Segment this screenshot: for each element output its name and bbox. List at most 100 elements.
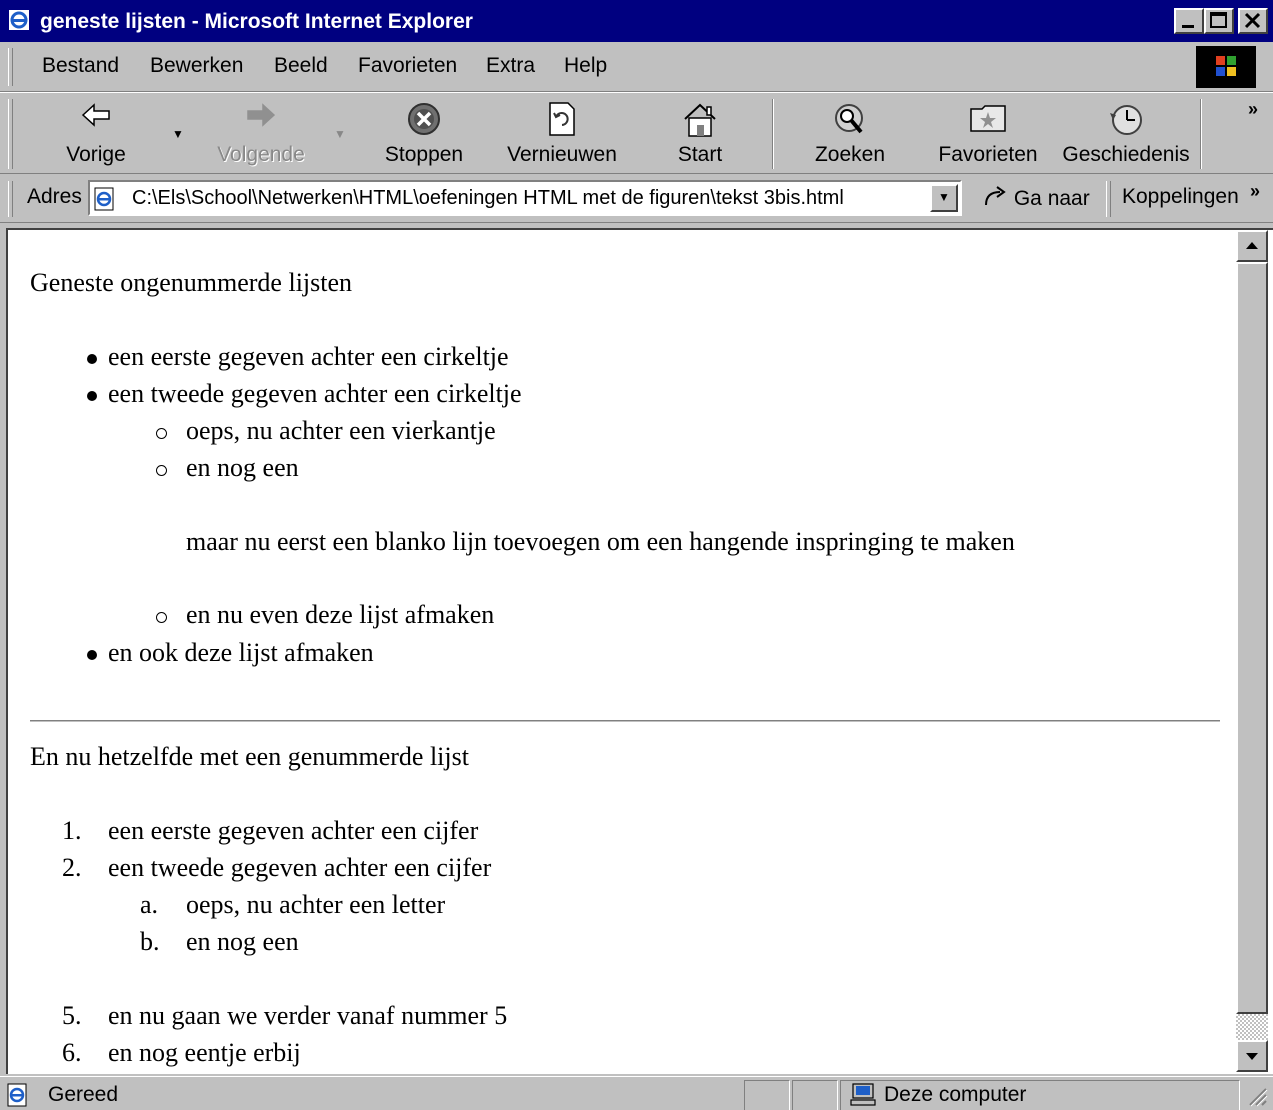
vertical-scrollbar[interactable] bbox=[1236, 228, 1268, 1074]
list-letter: a. bbox=[140, 890, 159, 919]
address-dropdown-button[interactable]: ▼ bbox=[930, 184, 958, 212]
maximize-icon bbox=[1210, 12, 1227, 28]
back-arrow-icon bbox=[81, 103, 110, 127]
history-button[interactable]: Geschiedenis bbox=[1060, 93, 1192, 173]
menu-bestand[interactable]: Bestand bbox=[42, 54, 119, 78]
status-pane bbox=[744, 1080, 790, 1110]
chevron-down-icon: ▼ bbox=[938, 190, 950, 204]
resize-grip-icon[interactable] bbox=[1244, 1083, 1268, 1107]
computer-icon bbox=[850, 1083, 876, 1106]
refresh-label: Vernieuwen bbox=[507, 143, 617, 166]
window-title: geneste lijsten - Microsoft Internet Exp… bbox=[40, 10, 473, 33]
address-bar: Adres C:\Els\School\Netwerken\HTML\oefen… bbox=[0, 175, 1273, 223]
horizontal-rule bbox=[30, 720, 1220, 723]
go-button[interactable]: Ga naar bbox=[982, 185, 1090, 211]
scroll-track[interactable] bbox=[1236, 1014, 1268, 1040]
bullet-circle bbox=[156, 612, 167, 623]
close-button[interactable] bbox=[1238, 8, 1268, 34]
toolbar-more-chevron-icon[interactable]: » bbox=[1248, 99, 1258, 120]
list-item: en nog een bbox=[186, 927, 299, 956]
toolbar-grip[interactable] bbox=[8, 99, 13, 169]
status-pane bbox=[792, 1080, 838, 1110]
search-icon bbox=[835, 104, 863, 134]
address-value: C:\Els\School\Netwerken\HTML\oefeningen … bbox=[132, 187, 844, 209]
list-number: 5. bbox=[62, 1001, 82, 1030]
status-bar: Gereed Deze computer bbox=[0, 1076, 1273, 1110]
links-button[interactable]: Koppelingen bbox=[1122, 185, 1239, 209]
menu-bewerken[interactable]: Bewerken bbox=[150, 54, 243, 78]
menu-extra[interactable]: Extra bbox=[486, 54, 535, 78]
menu-help[interactable]: Help bbox=[564, 54, 607, 78]
page-ie-icon bbox=[7, 1083, 27, 1107]
status-text: Gereed bbox=[48, 1083, 119, 1106]
forward-dropdown-icon[interactable]: ▼ bbox=[334, 127, 346, 141]
back-dropdown-icon[interactable]: ▼ bbox=[172, 127, 184, 141]
list-letter: b. bbox=[140, 927, 160, 956]
maximize-button[interactable] bbox=[1204, 8, 1234, 34]
forward-label: Volgende bbox=[217, 143, 305, 166]
links-grip[interactable] bbox=[1106, 181, 1111, 217]
list-item: en nog een bbox=[186, 453, 299, 482]
minimize-icon bbox=[1182, 25, 1194, 28]
favorites-button[interactable]: Favorieten bbox=[936, 93, 1040, 173]
list-item: en nu gaan we verder vanaf nummer 5 bbox=[108, 1001, 508, 1030]
page-content: Geneste ongenummerde lijsten een eerste … bbox=[8, 230, 1238, 1074]
list-number: 2. bbox=[62, 853, 82, 882]
heading-ordered: En nu hetzelfde met een genummerde lijst bbox=[30, 742, 469, 771]
back-button[interactable]: Vorige bbox=[50, 93, 142, 173]
list-item: en ook deze lijst afmaken bbox=[108, 638, 374, 667]
list-item: en nu even deze lijst afmaken bbox=[186, 600, 495, 629]
standard-toolbar: Vorige ▼ Volgende ▼ Stoppen Vernieuwen S… bbox=[0, 92, 1273, 174]
toolbar-separator bbox=[1200, 99, 1202, 169]
scroll-up-button[interactable] bbox=[1236, 230, 1268, 262]
address-input[interactable]: C:\Els\School\Netwerken\HTML\oefeningen … bbox=[88, 180, 962, 216]
addressbar-grip[interactable] bbox=[8, 181, 13, 217]
favorites-folder-icon bbox=[970, 105, 1006, 132]
home-label: Start bbox=[677, 143, 723, 166]
bullet-circle bbox=[156, 428, 167, 439]
address-label: Adres bbox=[27, 185, 82, 208]
ie-page-icon bbox=[9, 10, 29, 30]
menu-favorieten[interactable]: Favorieten bbox=[358, 54, 457, 78]
arrow-down-icon bbox=[1246, 1053, 1258, 1060]
bullet-disc bbox=[87, 650, 97, 660]
bullet-disc bbox=[87, 354, 97, 364]
list-item: en nog eentje erbij bbox=[108, 1038, 301, 1067]
scroll-thumb[interactable] bbox=[1236, 262, 1268, 1014]
list-number: 1. bbox=[62, 816, 82, 845]
refresh-button[interactable]: Vernieuwen bbox=[498, 93, 626, 173]
security-zone-text: Deze computer bbox=[884, 1083, 1027, 1106]
menu-beeld[interactable]: Beeld bbox=[274, 54, 328, 78]
list-number: 6. bbox=[62, 1038, 82, 1067]
go-arrow-icon bbox=[985, 186, 1006, 206]
list-item: een eerste gegeven achter een cirkeltje bbox=[108, 342, 509, 371]
list-item-paragraph: maar nu eerst een blanko lijn toevoegen … bbox=[186, 527, 1015, 556]
page-ie-icon bbox=[94, 187, 114, 211]
stop-icon bbox=[408, 103, 440, 135]
title-bar: geneste lijsten - Microsoft Internet Exp… bbox=[0, 0, 1273, 42]
forward-arrow-icon bbox=[247, 103, 276, 127]
go-label: Ga naar bbox=[1013, 187, 1090, 210]
search-button[interactable]: Zoeken bbox=[800, 93, 900, 173]
heading-unordered: Geneste ongenummerde lijsten bbox=[30, 268, 353, 297]
menu-bar: Bestand Bewerken Beeld Favorieten Extra … bbox=[0, 42, 1273, 92]
minimize-button[interactable] bbox=[1174, 8, 1204, 34]
favorites-label: Favorieten bbox=[938, 143, 1038, 166]
home-button[interactable]: Start bbox=[660, 93, 740, 173]
list-item: oeps, nu achter een vierkantje bbox=[186, 416, 496, 445]
arrow-up-icon bbox=[1246, 242, 1258, 249]
history-icon bbox=[1110, 105, 1142, 135]
list-item: oeps, nu achter een letter bbox=[186, 890, 446, 919]
windows-logo-icon bbox=[1196, 46, 1256, 88]
list-item: een tweede gegeven achter een cijfer bbox=[108, 853, 492, 882]
list-item: een eerste gegeven achter een cijfer bbox=[108, 816, 479, 845]
toolbar-separator bbox=[772, 99, 774, 169]
links-more-chevron-icon[interactable]: » bbox=[1250, 181, 1260, 202]
menubar-grip[interactable] bbox=[8, 48, 13, 86]
refresh-icon bbox=[549, 102, 575, 136]
browser-viewport: Geneste ongenummerde lijsten een eerste … bbox=[6, 228, 1273, 1074]
list-item: een tweede gegeven achter een cirkeltje bbox=[108, 379, 522, 408]
scroll-down-button[interactable] bbox=[1236, 1040, 1268, 1072]
stop-button[interactable]: Stoppen bbox=[374, 93, 474, 173]
forward-button[interactable]: Volgende bbox=[206, 93, 316, 173]
